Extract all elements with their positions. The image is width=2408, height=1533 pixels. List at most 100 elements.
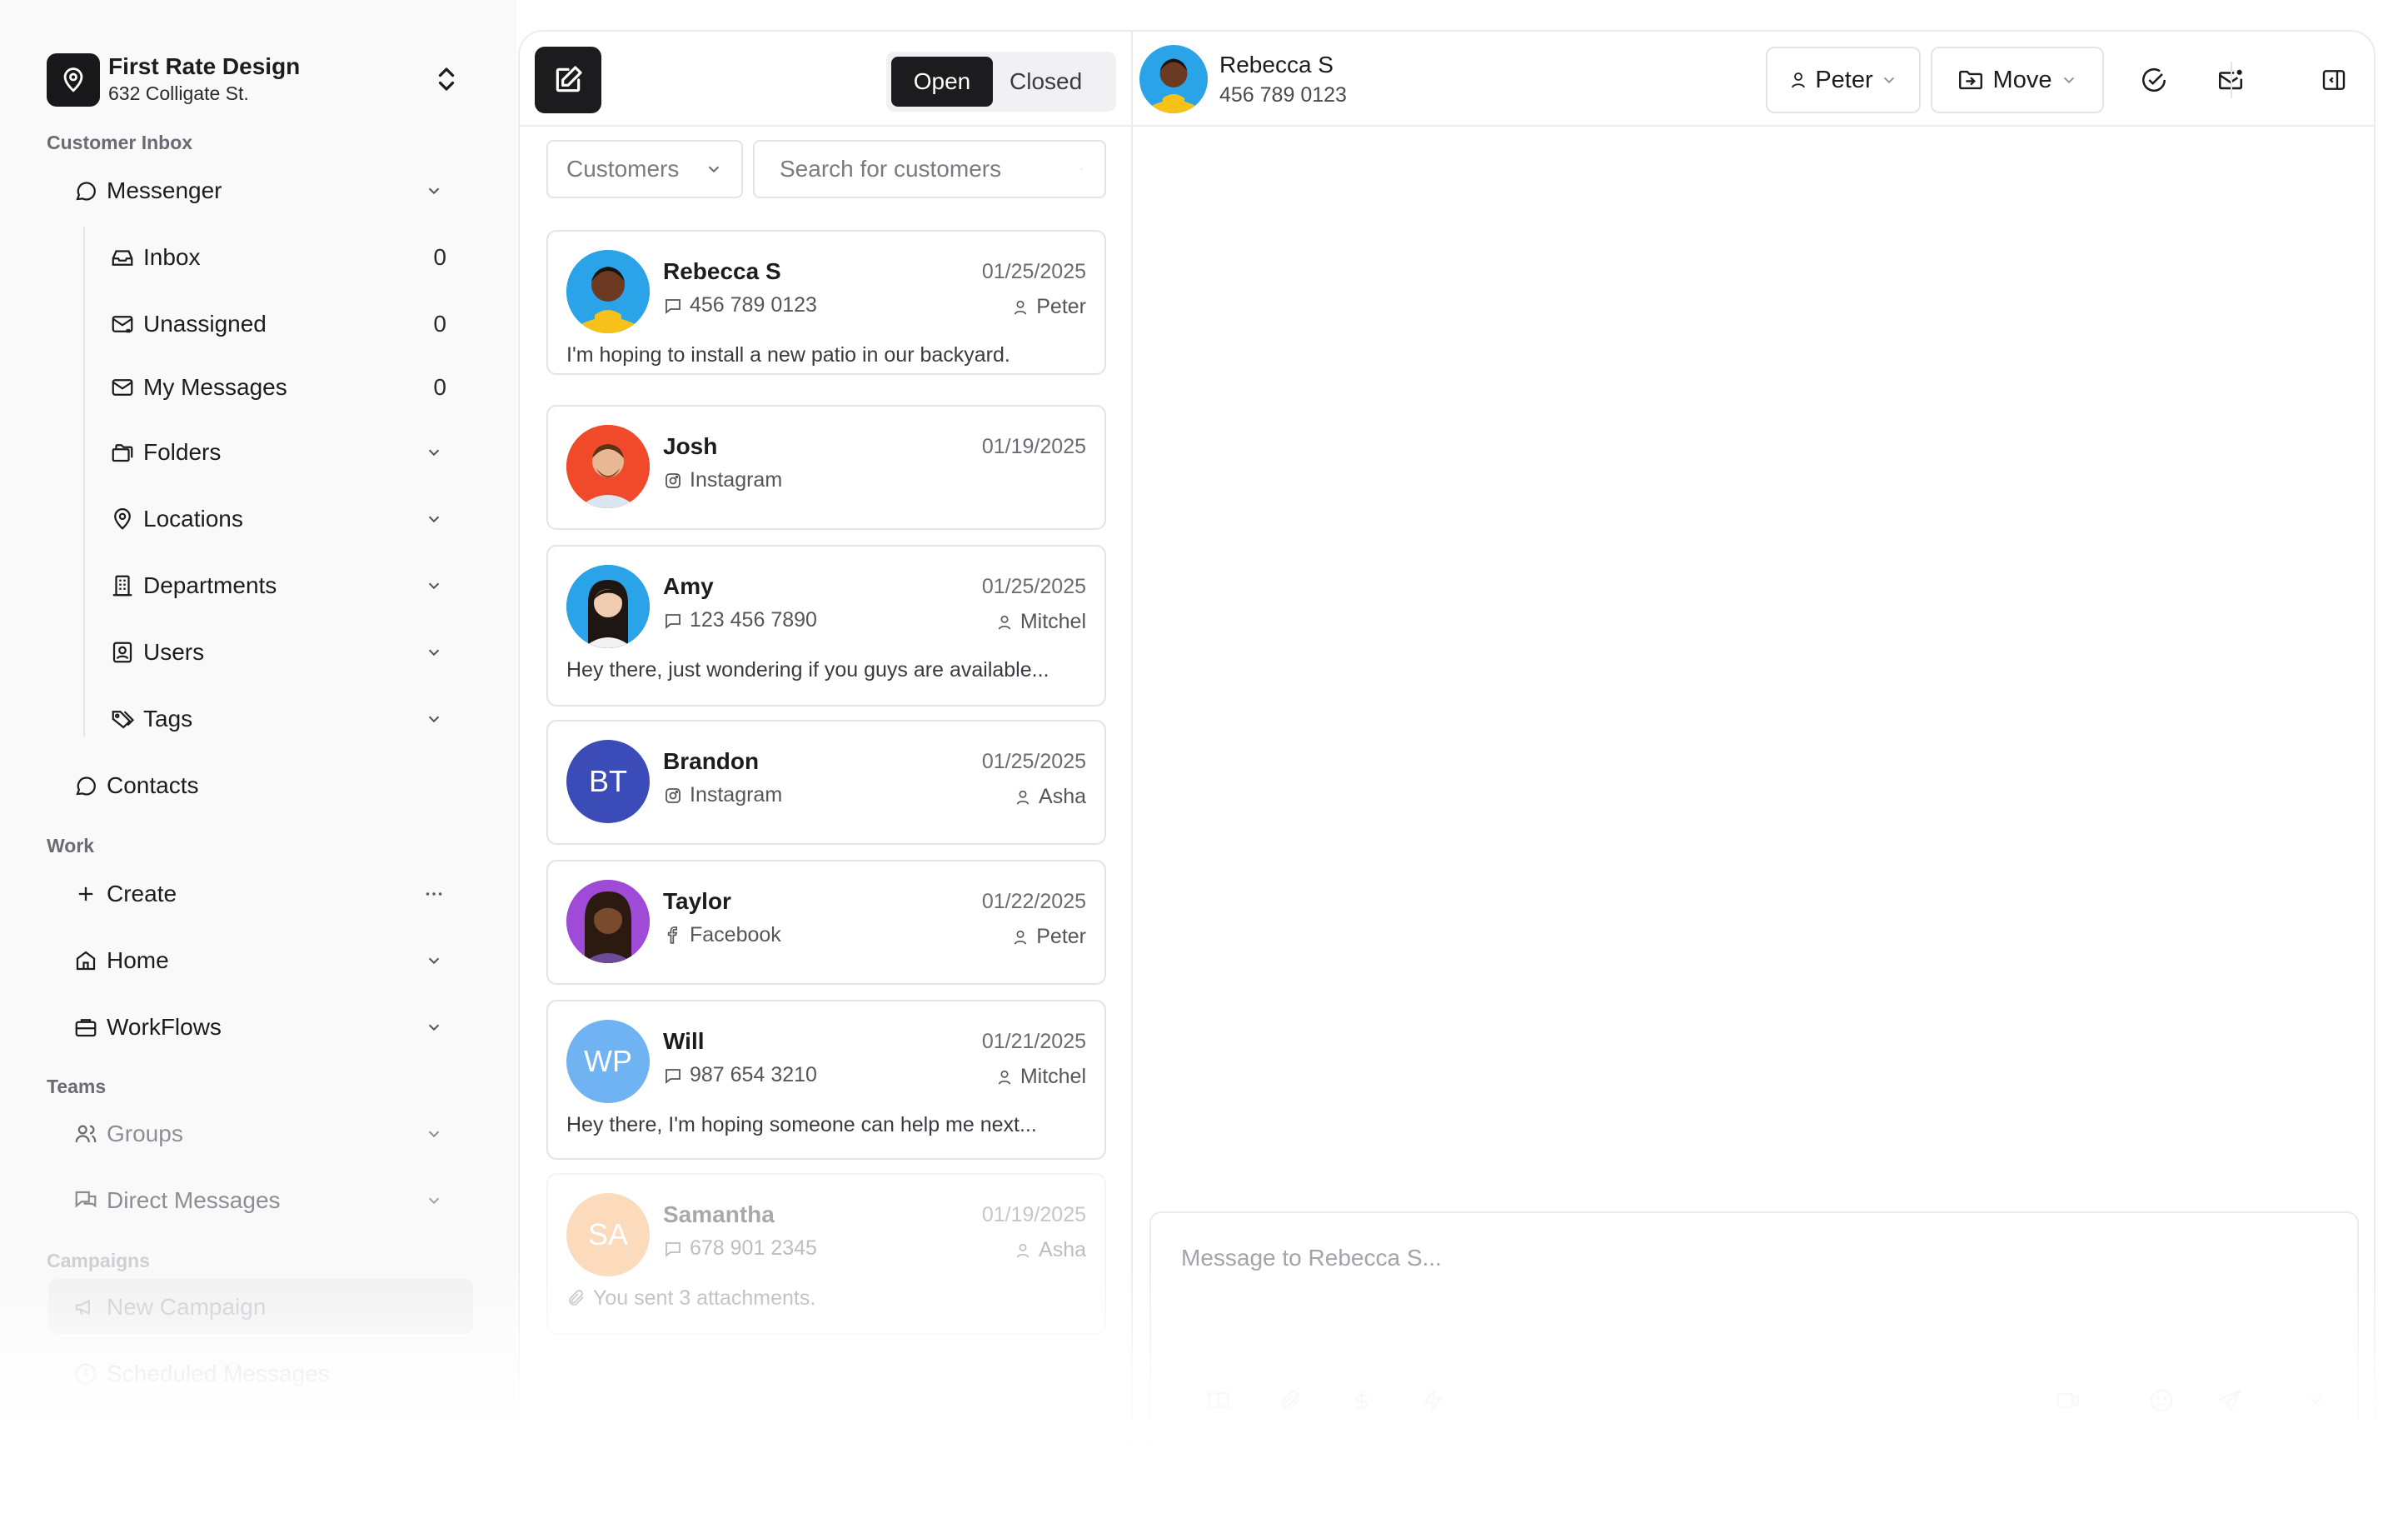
user-icon — [998, 615, 1011, 630]
assignee-name: Peter — [1815, 66, 1873, 93]
sidebar-item-departments[interactable]: Departments — [108, 562, 446, 610]
messages-icon — [72, 1186, 100, 1215]
sidebar-item-inbox[interactable]: Inbox 0 — [108, 233, 446, 282]
sidebar-item-workflows[interactable]: WorkFlows — [72, 1003, 446, 1051]
search-icon[interactable] — [1080, 156, 1083, 182]
submenu-guide-line — [83, 227, 85, 737]
dollar-icon[interactable] — [1341, 1380, 1383, 1421]
conversation-card[interactable]: WP Will 01/21/2025 987 654 3210 Mitchel … — [546, 1000, 1106, 1160]
channel-value: 678 901 2345 — [690, 1236, 817, 1260]
toolbar-divider — [2231, 62, 2232, 98]
contact-name: Samantha — [663, 1201, 775, 1227]
contact-name: Taylor — [663, 888, 731, 914]
sidebar-item-label: Users — [143, 639, 205, 665]
org-address: 632 Colligate St. — [108, 82, 249, 104]
sidebar-item-unassigned[interactable]: Unassigned 0 — [108, 300, 446, 348]
sidebar-item-home[interactable]: Home — [72, 936, 446, 985]
sidebar-item-contacts[interactable]: Contacts — [72, 762, 446, 810]
send-icon[interactable] — [2209, 1380, 2251, 1421]
section-label-customer-inbox: Customer Inbox — [47, 132, 193, 153]
sidebar: First Rate Design 632 Colligate St. Cust… — [0, 0, 516, 1416]
more-horizontal-icon[interactable] — [421, 881, 446, 906]
org-switcher[interactable]: First Rate Design 632 Colligate St. — [47, 52, 463, 108]
sidebar-item-new-campaign[interactable]: New Campaign — [72, 1283, 446, 1331]
customers-filter-dropdown[interactable]: Customers — [546, 140, 743, 198]
avatar — [566, 565, 650, 648]
mail-unassigned-icon — [108, 310, 137, 338]
video-icon[interactable] — [2047, 1380, 2089, 1421]
user-icon — [1792, 72, 1806, 88]
book-icon[interactable] — [1198, 1380, 1239, 1421]
sidebar-item-folders[interactable]: Folders — [108, 428, 446, 477]
chevron-down-icon[interactable] — [421, 573, 446, 598]
agent-name: Peter — [1036, 295, 1086, 318]
section-label-work: Work — [47, 835, 95, 856]
conversation-card[interactable]: Amy 01/25/2025 123 456 7890 Mitchel Hey … — [546, 545, 1106, 707]
conversation-date: 01/22/2025 — [981, 890, 1086, 913]
assigned-agent: Peter — [1011, 925, 1086, 949]
plus-icon — [72, 880, 100, 908]
assigned-agent: Mitchel — [995, 1065, 1086, 1089]
sidebar-item-messenger[interactable]: Messenger — [72, 167, 446, 215]
user-icon — [1016, 790, 1030, 805]
sidebar-item-label: My Messages — [143, 374, 287, 400]
assignee-dropdown[interactable]: Peter — [1766, 47, 1921, 113]
chevron-down-icon[interactable] — [421, 507, 446, 532]
sidebar-item-label: Home — [107, 947, 169, 973]
conversation-card[interactable]: BT Brandon 01/25/2025 Instagram Asha — [546, 720, 1106, 845]
channel-value: Instagram — [690, 783, 783, 806]
message-preview: Hey there, just wondering if you guys ar… — [566, 658, 1049, 682]
sidebar-item-users[interactable]: Users — [108, 628, 446, 677]
conversation-header: Rebecca S 456 789 0123 Peter Move — [1133, 32, 2374, 127]
conversation-card[interactable]: SA Samantha 01/19/2025 678 901 2345 Asha… — [546, 1173, 1106, 1335]
sidebar-item-scheduled-messages[interactable]: Scheduled Messages — [72, 1350, 446, 1398]
chevron-down-icon[interactable] — [421, 178, 446, 203]
chevron-down-icon[interactable] — [421, 1121, 446, 1146]
chevrons-up-down-icon[interactable] — [430, 58, 463, 100]
conversation-card[interactable]: Josh 01/19/2025 Instagram — [546, 405, 1106, 530]
panel-toggle-icon[interactable] — [2309, 55, 2359, 105]
list-toolbar: Open Closed — [520, 32, 1133, 127]
message-preview: I'm hoping to install a new patio in our… — [566, 343, 1010, 367]
avatar-initials: SA — [566, 1193, 650, 1276]
sidebar-item-my-messages[interactable]: My Messages 0 — [108, 363, 446, 412]
tab-open[interactable]: Open — [891, 57, 993, 107]
chevron-down-icon[interactable] — [421, 1188, 446, 1213]
my-messages-count: 0 — [433, 374, 446, 400]
chevron-down-icon[interactable] — [421, 1015, 446, 1040]
agent-name: Asha — [1039, 785, 1086, 808]
resolve-check-icon[interactable] — [2129, 55, 2179, 105]
avatar — [566, 250, 650, 333]
message-icon — [666, 613, 681, 629]
sidebar-item-label: New Campaign — [107, 1294, 267, 1320]
conversation-card[interactable]: Rebecca S 01/25/2025 456 789 0123 Peter … — [546, 230, 1106, 375]
assigned-agent: Mitchel — [995, 610, 1086, 634]
move-dropdown[interactable]: Move — [1931, 47, 2104, 113]
search-input[interactable] — [780, 156, 1080, 182]
sidebar-item-groups[interactable]: Groups — [72, 1110, 446, 1158]
sidebar-item-label: Departments — [143, 572, 277, 598]
avatar — [566, 425, 650, 508]
chevron-down-icon[interactable] — [421, 948, 446, 973]
compose-button[interactable] — [535, 47, 601, 113]
chevron-down-icon[interactable] — [421, 707, 446, 732]
paperclip-icon[interactable] — [1269, 1380, 1311, 1421]
lightning-icon[interactable] — [1413, 1380, 1454, 1421]
building-icon — [108, 572, 137, 600]
sidebar-item-create[interactable]: Create — [72, 870, 446, 918]
sidebar-item-direct-messages[interactable]: Direct Messages — [72, 1176, 446, 1225]
contact-name: Rebecca S — [663, 258, 781, 284]
message-preview: Hey there, I'm hoping someone can help m… — [566, 1113, 1037, 1136]
conversation-card[interactable]: Taylor 01/22/2025 Facebook Peter — [546, 860, 1106, 985]
tab-closed[interactable]: Closed — [993, 57, 1099, 107]
search-box — [753, 140, 1106, 198]
chevron-down-icon[interactable] — [421, 440, 446, 465]
contact-name: Brandon — [663, 748, 760, 774]
chevron-down-icon[interactable] — [421, 640, 446, 665]
chevron-down-icon[interactable] — [2296, 1380, 2337, 1421]
channel-value: Facebook — [690, 923, 781, 946]
message-input[interactable] — [1181, 1245, 2314, 1295]
sidebar-item-tags[interactable]: Tags — [108, 695, 446, 743]
sidebar-item-locations[interactable]: Locations — [108, 495, 446, 543]
emoji-icon[interactable] — [2141, 1380, 2182, 1421]
